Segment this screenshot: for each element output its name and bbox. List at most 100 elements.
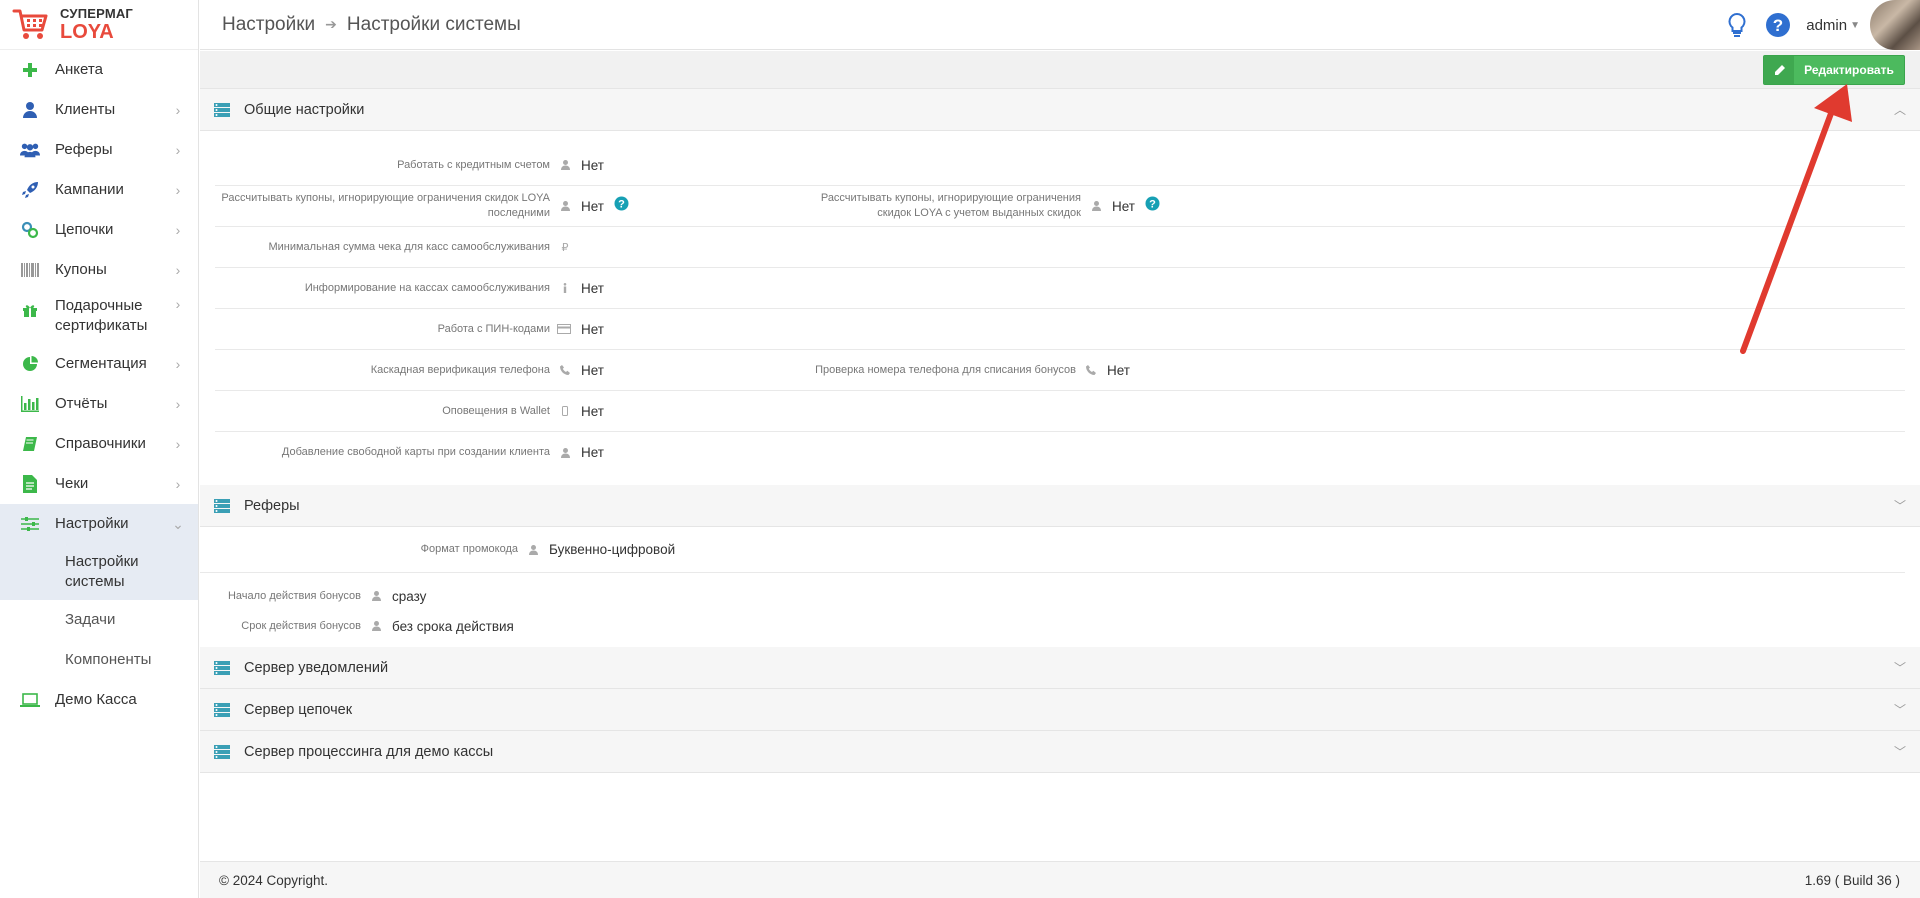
sidebar-subitem-components[interactable]: Компоненты	[0, 640, 198, 680]
sidebar-item-referrers[interactable]: Реферы ›	[0, 130, 198, 170]
edit-button-label: Редактировать	[1804, 63, 1894, 77]
caret-down-icon: ▼	[1850, 19, 1860, 31]
sidebar-item-anketa[interactable]: Анкета	[0, 50, 198, 90]
user-icon	[20, 100, 40, 120]
section-title: Сервер уведомлений	[244, 659, 389, 676]
user-icon	[1091, 201, 1101, 212]
user-menu[interactable]: admin ▼	[1806, 17, 1860, 34]
setting-label: Срок действия бонусов	[241, 619, 361, 632]
section-processing-server-header[interactable]: Сервер процессинга для демо кассы ﹀	[200, 731, 1920, 773]
svg-text:?: ?	[1149, 199, 1156, 211]
chevron-right-icon: ›	[175, 182, 181, 198]
user-icon	[560, 201, 570, 212]
chevron-right-icon: ›	[175, 296, 181, 312]
avatar[interactable]	[1870, 0, 1920, 50]
setting-value: Нет	[581, 280, 604, 296]
section-notify-server-header[interactable]: Сервер уведомлений ﹀	[200, 647, 1920, 689]
sidebar-item-chains[interactable]: Цепочки ›	[0, 210, 198, 250]
sidebar-item-campaigns[interactable]: Кампании ›	[0, 170, 198, 210]
user-icon	[560, 160, 570, 171]
sidebar: СУПЕРМАГ LOYA Анкета Клиенты › Реферы › …	[0, 0, 199, 898]
chevron-right-icon: ›	[175, 396, 181, 412]
setting-value: Буквенно-цифровой	[549, 542, 676, 557]
setting-row: Информирование на кассах самообслуживани…	[215, 268, 1905, 309]
svg-text:?: ?	[618, 199, 625, 211]
sidebar-item-clients[interactable]: Клиенты ›	[0, 90, 198, 130]
sidebar-item-label: Анкета	[55, 61, 103, 78]
brand-line2: LOYA	[60, 21, 114, 43]
arrow-right-icon: ➔	[325, 16, 337, 32]
sidebar-nav: Анкета Клиенты › Реферы › Кампании › Цеп…	[0, 50, 198, 720]
user-name: admin	[1806, 16, 1848, 34]
barcode-icon	[20, 260, 40, 280]
setting-row: Добавление свободной карты при создании …	[215, 432, 1905, 473]
sidebar-subitem-tasks[interactable]: Задачи	[0, 600, 198, 640]
section-chain-server-header[interactable]: Сервер цепочек ﹀	[200, 689, 1920, 731]
sidebar-item-demo-pos[interactable]: Демо Касса	[0, 680, 198, 720]
sidebar-item-segmentation[interactable]: Сегментация ›	[0, 344, 198, 384]
server-icon	[214, 702, 230, 717]
gift-icon	[20, 300, 40, 320]
pie-chart-icon	[20, 354, 40, 374]
lightbulb-icon[interactable]	[1724, 12, 1750, 38]
credit-card-icon	[557, 324, 571, 335]
server-icon	[214, 498, 230, 513]
setting-label: Добавление свободной карты при создании …	[281, 446, 550, 458]
chevron-down-icon: ﹀	[1893, 661, 1906, 675]
sidebar-item-coupons[interactable]: Купоны ›	[0, 250, 198, 290]
setting-label: Оповещения в Wallet	[442, 404, 550, 417]
setting-row: Срок действия бонусов без срока действия	[200, 611, 1920, 641]
section-referrers-header[interactable]: Реферы ﹀	[200, 485, 1920, 527]
section-general-header[interactable]: Общие настройки ︿	[200, 89, 1920, 131]
setting-label: Формат промокода	[420, 543, 518, 555]
chevron-right-icon: ›	[175, 262, 181, 278]
setting-row: Рассчитывать купоны, игнорирующие ограни…	[215, 186, 1905, 227]
server-icon	[214, 102, 230, 117]
sidebar-item-label: Сегментация	[55, 355, 147, 372]
sidebar-item-reports[interactable]: Отчёты ›	[0, 384, 198, 424]
section-title: Сервер цепочек	[244, 701, 353, 718]
sidebar-item-label: Чеки	[55, 475, 89, 492]
setting-value: без срока действия	[392, 618, 514, 634]
setting-label: Работать с кредитным счетом	[397, 158, 550, 171]
setting-value: Нет	[1112, 198, 1135, 214]
pencil-icon	[1764, 56, 1794, 84]
section-title: Реферы	[244, 497, 300, 514]
setting-value: Нет	[581, 362, 604, 378]
ruble-icon: ₽	[561, 241, 569, 254]
user-icon	[560, 447, 570, 458]
sidebar-item-settings[interactable]: Настройки ⌄	[0, 504, 198, 544]
setting-label: Начало действия бонусов	[227, 589, 361, 602]
sidebar-item-label: Реферы	[55, 141, 113, 158]
chevron-up-icon: ︿	[1893, 103, 1906, 117]
laptop-icon	[20, 690, 40, 710]
setting-label: Рассчитывать купоны, игнорирующие ограни…	[221, 192, 550, 219]
sidebar-item-label: Подарочные сертификаты	[55, 297, 148, 334]
help-icon[interactable]: ?	[614, 196, 629, 216]
top-header: Настройки ➔ Настройки системы ? admin ▼	[200, 0, 1920, 50]
sidebar-item-receipts[interactable]: Чеки ›	[0, 464, 198, 504]
section-title: Общие настройки	[244, 101, 365, 118]
sidebar-item-directories[interactable]: Справочники ›	[0, 424, 198, 464]
chevron-right-icon: ›	[175, 102, 181, 118]
version-text: 1.69 ( Build 36 )	[1804, 872, 1900, 888]
setting-value: сразу	[392, 588, 427, 604]
sidebar-item-label: Отчёты	[55, 395, 108, 412]
svg-text:?: ?	[1773, 16, 1783, 35]
logo[interactable]: СУПЕРМАГ LOYA	[0, 0, 198, 50]
phone-icon	[1086, 365, 1096, 376]
chevron-down-icon: ﹀	[1893, 745, 1906, 759]
breadcrumb-current: Настройки системы	[346, 13, 521, 35]
user-icon	[371, 621, 381, 632]
setting-label: Каскадная верификация телефона	[370, 363, 550, 376]
edit-button[interactable]: Редактировать	[1763, 55, 1905, 85]
help-icon[interactable]: ?	[1145, 196, 1160, 216]
sidebar-subitem-system-settings[interactable]: Настройки системы	[0, 544, 198, 600]
breadcrumb-section[interactable]: Настройки	[222, 14, 315, 36]
setting-row: Оповещения в Wallet Нет	[215, 391, 1905, 432]
sidebar-item-gift-cards[interactable]: Подарочные сертификаты ›	[0, 290, 198, 344]
cart-logo-icon	[12, 8, 50, 42]
help-icon[interactable]: ?	[1765, 12, 1791, 38]
setting-label: Проверка номера телефона для списания бо…	[815, 363, 1076, 376]
setting-value: Нет	[581, 445, 604, 460]
